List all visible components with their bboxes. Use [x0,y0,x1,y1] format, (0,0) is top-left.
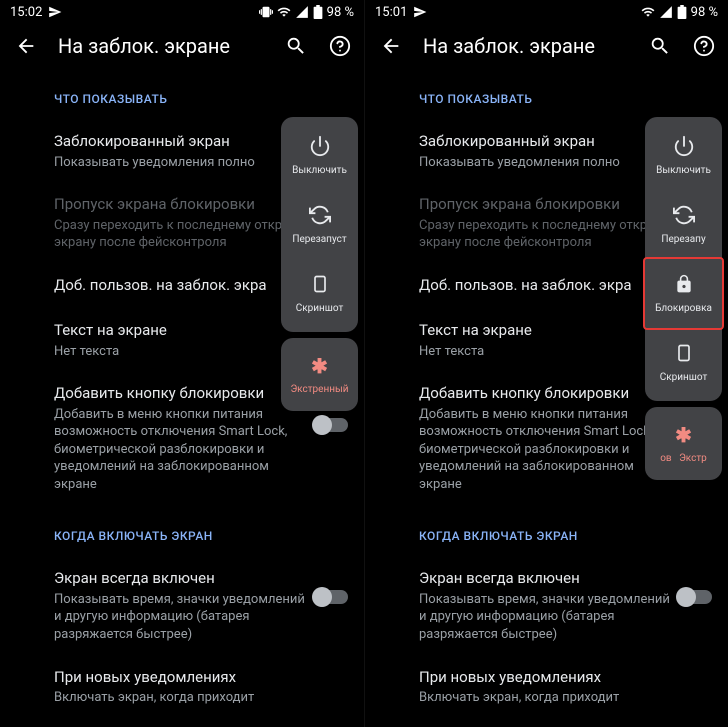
power-screenshot-button[interactable]: Скриншот [645,328,722,397]
wifi-icon [641,5,655,19]
page-title: На заблок. экране [58,34,264,58]
restart-icon [309,204,331,226]
setting-new-notifications[interactable]: При новых уведомлениях Включать экран, к… [54,656,348,719]
toggle-lock-button[interactable] [314,418,348,432]
power-menu-main: Выключить Перезапуст Скриншот [281,117,358,332]
screenshot-icon [310,273,330,295]
vibrate-icon [259,5,273,19]
help-icon[interactable] [328,34,352,58]
search-icon[interactable] [284,34,308,58]
power-menu: Выключить Перезапуст Скриншот ✱ Экстренн… [281,117,358,411]
restart-icon [673,204,695,226]
power-off-button[interactable]: Выключить [281,121,358,190]
back-icon[interactable] [379,34,403,58]
page-title: На заблок. экране [423,34,628,58]
signal-icon [659,5,673,19]
help-icon[interactable] [692,34,716,58]
setting-new-notifications[interactable]: При новых уведомлениях Включать экран, к… [419,656,712,719]
toggle-always-on[interactable] [314,590,348,604]
back-icon[interactable] [14,34,38,58]
search-icon[interactable] [648,34,672,58]
toggle-always-on[interactable] [678,590,712,604]
status-time: 15:02 [10,5,42,20]
section-what: ЧТО ПОКАЗЫВАТЬ [419,68,712,120]
phone-left: 15:02 98 % На заблок. экране ЧТО ПОКАЗЫВ… [0,0,364,727]
wifi-icon [277,5,291,19]
power-menu-main: Выключить Перезапу Блокировка Скриншот [645,117,722,401]
section-when: КОГДА ВКЛЮЧАТЬ ЭКРАН [419,505,712,557]
setting-always-on[interactable]: Экран всегда включен Показывать время, з… [54,557,348,655]
status-bar: 15:02 98 % [0,0,364,24]
lock-icon [674,273,694,295]
battery-icon [677,5,687,19]
signal-icon [295,5,309,19]
setting-always-on[interactable]: Экран всегда включен Показывать время, з… [419,557,712,655]
telegram-icon [413,5,427,19]
power-restart-button[interactable]: Перезапуст [281,190,358,259]
power-icon [673,135,695,157]
battery-percent: 98 % [327,5,354,20]
power-screenshot-button[interactable]: Скриншот [281,259,358,328]
emergency-icon: ✱ [675,423,692,447]
screenshot-icon [674,342,694,364]
emergency-icon: ✱ [311,354,328,378]
app-bar: На заблок. экране [0,24,364,68]
power-menu: Выключить Перезапу Блокировка Скриншот ✱… [645,117,722,480]
status-time: 15:01 [375,5,407,20]
battery-icon [313,5,323,19]
status-bar: 15:01 98 % [365,0,728,24]
section-what: ЧТО ПОКАЗЫВАТЬ [54,68,348,120]
phone-right: 15:01 98 % На заблок. экране ЧТО ПОКАЗЫВ… [364,0,728,727]
power-restart-button[interactable]: Перезапу [645,190,722,259]
power-icon [309,135,331,157]
telegram-icon [48,5,62,19]
power-emergency-button[interactable]: ✱ Экстренный [281,338,358,411]
power-lock-button[interactable]: Блокировка [643,257,724,330]
section-when: КОГДА ВКЛЮЧАТЬ ЭКРАН [54,505,348,557]
power-off-button[interactable]: Выключить [645,121,722,190]
app-bar: На заблок. экране [365,24,728,68]
power-emergency-button[interactable]: ✱ ов Экстр [645,407,722,480]
battery-percent: 98 % [691,5,718,20]
